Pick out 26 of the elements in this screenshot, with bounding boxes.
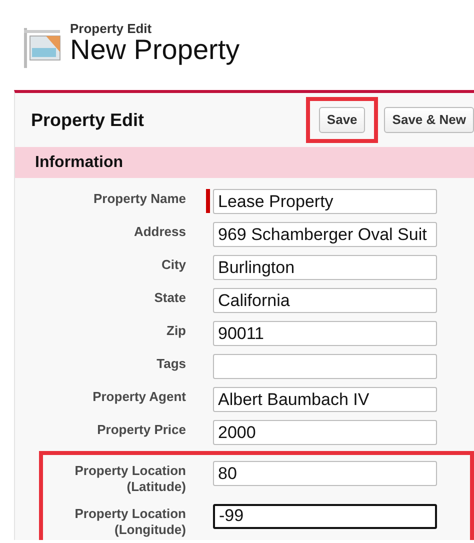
field-label: Property Price xyxy=(96,421,186,438)
input-field[interactable]: Albert Baumbach IV xyxy=(213,387,437,412)
input-field[interactable]: 90011 xyxy=(213,321,437,346)
page-subtitle: Property Edit xyxy=(70,22,153,35)
save-button[interactable]: Save & New xyxy=(384,106,474,134)
input-field[interactable] xyxy=(213,354,437,379)
input-field[interactable]: 969 Schamberger Oval Suit xyxy=(213,222,437,247)
input-field[interactable]: California xyxy=(213,288,437,313)
input-field[interactable]: -99 xyxy=(213,504,437,528)
field-label: Zip xyxy=(166,322,186,340)
page-title: New Property xyxy=(70,35,240,66)
field-label: Property Name xyxy=(92,190,186,208)
save-button[interactable]: Save xyxy=(318,106,366,134)
input-field[interactable]: Lease Property xyxy=(213,189,437,214)
field-label: Property Agent xyxy=(92,388,186,406)
field-label: Tags xyxy=(156,355,186,372)
field-label: City xyxy=(160,256,186,274)
input-field[interactable]: Burlington xyxy=(213,255,437,280)
field-label: Address xyxy=(132,223,186,240)
field-label: Property Location (Latitude) xyxy=(74,462,186,496)
section-header: Information xyxy=(15,147,474,178)
input-field[interactable]: 80 xyxy=(213,461,437,486)
field-label: Property Location (Longitude) xyxy=(74,504,186,538)
field-label: State xyxy=(153,289,186,306)
panel-title: Property Edit xyxy=(31,108,144,132)
input-field[interactable]: 2000 xyxy=(213,420,437,445)
